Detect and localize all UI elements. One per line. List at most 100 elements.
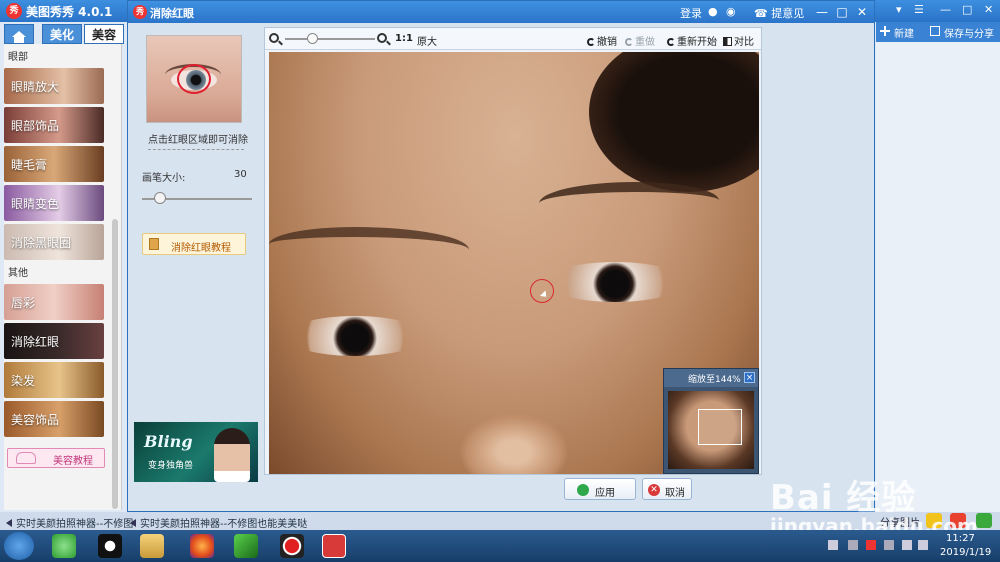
sidebar-item-label: 睫毛膏 bbox=[11, 158, 48, 172]
navigator-header: 缩放至144% × bbox=[664, 369, 758, 387]
status-marquee-left: 实时美颜拍照神器--不修图 bbox=[6, 515, 133, 530]
watermark-logo: Bai 经验 bbox=[770, 478, 917, 518]
section-other-label: 其他 bbox=[8, 268, 28, 279]
dialog-logo: 秀 bbox=[133, 5, 147, 19]
recorder-icon[interactable] bbox=[280, 534, 304, 558]
close-icon[interactable]: ✕ bbox=[984, 3, 993, 16]
weibo-login-icon[interactable]: ◉ bbox=[726, 5, 736, 18]
zoom-in-icon[interactable] bbox=[377, 33, 387, 43]
tray-keyboard-icon[interactable] bbox=[828, 540, 838, 550]
sidebar-item-hair-dye[interactable]: 染发 bbox=[4, 362, 104, 398]
red-eye-tutorial-button[interactable]: 消除红眼教程 bbox=[142, 233, 246, 255]
tab-beautify[interactable]: 美化 bbox=[42, 24, 82, 44]
app-360-icon[interactable] bbox=[52, 534, 76, 558]
photo-left-eyebrow bbox=[269, 227, 469, 267]
photo-left-eye[interactable] bbox=[285, 316, 425, 356]
brush-cursor bbox=[530, 279, 554, 303]
app-logo: 秀 bbox=[6, 3, 22, 19]
brush-size-value: 30 bbox=[234, 169, 247, 180]
red-eye-example-image bbox=[146, 35, 242, 123]
actual-size-ratio[interactable]: 1:1 bbox=[395, 33, 413, 44]
skin-icon[interactable]: ☰ bbox=[914, 3, 924, 16]
sidebar-item-remove-dark-circles[interactable]: 消除黑眼圈 bbox=[4, 224, 104, 260]
sidebar-item-mascara[interactable]: 睫毛膏 bbox=[4, 146, 104, 182]
close-icon[interactable]: ✕ bbox=[854, 4, 870, 20]
sidebar-item-eye-color[interactable]: 眼睛变色 bbox=[4, 185, 104, 221]
meitu-taskbar-icon[interactable] bbox=[322, 534, 346, 558]
tray-usb-icon[interactable] bbox=[884, 540, 894, 550]
sidebar-item-enlarge-eyes[interactable]: 眼睛放大 bbox=[4, 68, 104, 104]
sidebar-item-lip-color[interactable]: 唇彩 bbox=[4, 284, 104, 320]
ad-banner[interactable]: Bling 变身独角兽 bbox=[134, 422, 258, 482]
app-title: 美图秀秀 4.0.1 bbox=[26, 5, 113, 19]
sidebar-item-label: 消除红眼 bbox=[11, 335, 60, 349]
sidebar-item-label: 眼部饰品 bbox=[11, 119, 60, 133]
zoom-slider[interactable] bbox=[285, 38, 375, 40]
save-share-button[interactable]: 保存与分享 bbox=[944, 25, 994, 40]
windows-taskbar: 11:27 2019/1/19 bbox=[0, 530, 1000, 562]
tool-options-pane: 点击红眼区域即可消除 画笔大小: 30 消除红眼教程 bbox=[134, 27, 258, 449]
firefox-icon[interactable] bbox=[190, 534, 214, 558]
tray-up-arrow-icon[interactable] bbox=[848, 540, 858, 550]
qq-icon[interactable]: ● bbox=[708, 5, 718, 18]
tab-home[interactable] bbox=[4, 24, 34, 44]
red-eye-dialog: 秀 消除红眼 登录 ● ◉ ☎ 提意见 — □ ✕ 点击红眼区域即可消除 画笔大… bbox=[127, 0, 875, 512]
undo-button[interactable]: 撤销 bbox=[587, 33, 617, 48]
navigator-close-icon[interactable]: × bbox=[744, 372, 755, 383]
cancel-label: 取消 bbox=[665, 488, 685, 499]
explorer-icon[interactable] bbox=[140, 534, 164, 558]
original-size-button[interactable]: 原大 bbox=[417, 33, 437, 48]
video-player-icon[interactable] bbox=[234, 534, 258, 558]
redo-icon bbox=[625, 38, 633, 46]
qq-taskbar-icon[interactable] bbox=[98, 534, 122, 558]
feedback-link[interactable]: ☎ 提意见 bbox=[754, 5, 804, 21]
photo-right-eye[interactable] bbox=[545, 262, 685, 302]
beauty-tutorial-button[interactable]: 美容教程 bbox=[7, 448, 105, 468]
sidebar-item-label: 美容饰品 bbox=[11, 413, 60, 427]
tutorial-icon bbox=[16, 452, 36, 464]
login-link[interactable]: 登录 bbox=[680, 5, 702, 21]
minimize-icon[interactable]: — bbox=[814, 4, 830, 20]
menu-icon[interactable]: ▾ bbox=[896, 3, 902, 16]
clock-date: 2019/1/19 bbox=[940, 547, 992, 558]
tray-meitu-icon[interactable] bbox=[866, 540, 876, 550]
cancel-button[interactable]: ✕ 取消 bbox=[642, 478, 692, 500]
sidebar-item-label: 唇彩 bbox=[11, 296, 36, 310]
reset-icon bbox=[667, 38, 675, 46]
compare-button[interactable]: 对比 bbox=[723, 33, 754, 48]
tab-beauty[interactable]: 美容 bbox=[84, 24, 124, 44]
sidebar-scrollbar[interactable] bbox=[112, 219, 118, 509]
speaker-icon bbox=[130, 519, 136, 527]
tray-network-icon[interactable] bbox=[902, 540, 912, 550]
status-marquee-dialog: 实时美颜拍照神器--不修图也能美美哒 bbox=[130, 515, 307, 530]
tray-volume-icon[interactable] bbox=[918, 540, 928, 550]
red-eye-hint: 点击红眼区域即可消除 bbox=[148, 135, 248, 146]
zoom-out-icon[interactable] bbox=[269, 33, 279, 43]
save-icon bbox=[930, 26, 940, 36]
app-tabs: 美化 美容 bbox=[4, 24, 124, 44]
reset-button[interactable]: 重新开始 bbox=[667, 33, 717, 48]
ad-subtitle: 变身独角兽 bbox=[148, 461, 194, 471]
red-ring-shape bbox=[177, 64, 211, 94]
sidebar-item-beauty-accessories[interactable]: 美容饰品 bbox=[4, 401, 104, 437]
ad-model-image bbox=[214, 428, 250, 482]
apply-button[interactable]: 应用 bbox=[564, 478, 636, 500]
navigator-thumbnail[interactable] bbox=[668, 391, 754, 469]
sidebar-item-eye-accessories[interactable]: 眼部饰品 bbox=[4, 107, 104, 143]
maximize-icon[interactable]: □ bbox=[834, 4, 850, 20]
photo-hair bbox=[589, 52, 759, 192]
home-icon bbox=[12, 31, 26, 43]
zoom-navigator: 缩放至144% × bbox=[663, 368, 759, 474]
start-button-icon[interactable] bbox=[4, 532, 34, 560]
brush-size-slider-handle[interactable] bbox=[154, 192, 166, 204]
zoom-slider-handle[interactable] bbox=[307, 33, 318, 44]
navigator-viewport[interactable] bbox=[698, 409, 742, 445]
sidebar-item-label: 眼睛变色 bbox=[11, 197, 60, 211]
sidebar-item-remove-red-eye[interactable]: 消除红眼 bbox=[4, 323, 104, 359]
redo-button[interactable]: 重做 bbox=[625, 33, 655, 48]
maximize-icon[interactable]: □ bbox=[962, 3, 972, 16]
minimize-icon[interactable]: — bbox=[940, 3, 951, 16]
new-button[interactable]: 新建 bbox=[894, 25, 914, 40]
photo-right-eyebrow bbox=[539, 182, 719, 222]
hint-divider bbox=[148, 149, 244, 150]
